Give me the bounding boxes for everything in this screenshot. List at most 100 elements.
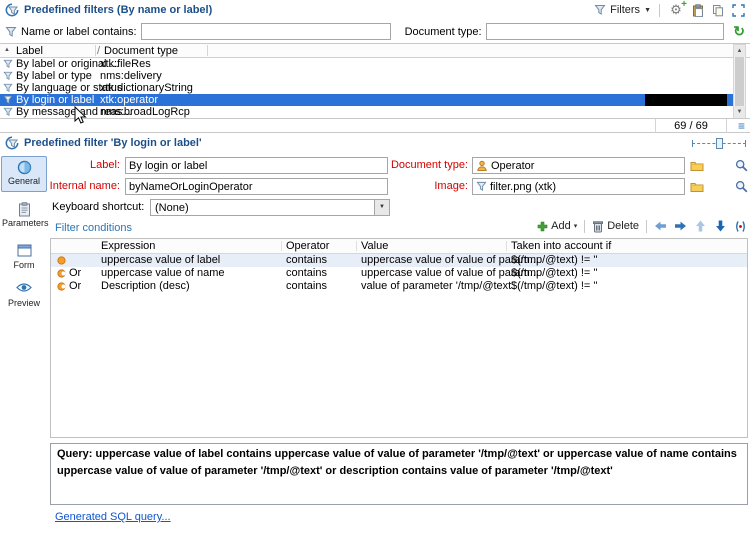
shortcut-caption: Keyboard shortcut: [52, 201, 145, 213]
paste-icon[interactable] [692, 3, 704, 17]
tab-preview-label: Preview [7, 298, 40, 308]
eye-icon [16, 282, 32, 297]
top-header: Predefined filters (By name or label) Fi… [0, 0, 750, 20]
col-value[interactable]: Value [361, 240, 388, 252]
doctype-search-button[interactable] [733, 158, 749, 173]
toolbar-separator [659, 3, 660, 17]
sort-indicator-icon: / [97, 45, 101, 57]
caret-down-icon: ▾ [573, 223, 578, 230]
conditions-toolbar: Add ▾ Delete [537, 218, 747, 234]
generated-sql-link[interactable]: Generated SQL query... [55, 511, 171, 523]
tab-parameters[interactable]: Parameters [1, 198, 49, 234]
doctype-filter-input[interactable] [485, 23, 725, 40]
condition-row[interactable]: Or uppercase value of name contains uppe… [51, 267, 747, 280]
column-divider[interactable] [95, 45, 96, 56]
doctype-caption: Document type: [390, 159, 468, 171]
list-row[interactable]: By language or status xtk:dictionaryStri… [0, 82, 733, 94]
add-config-icon: + [681, 0, 687, 10]
inline-edit-cell[interactable] [645, 94, 727, 106]
filters-button[interactable]: Filters ▼ [594, 4, 651, 16]
list-header[interactable]: ▲ Label / Document type [0, 44, 750, 58]
caret-down-icon: ▼ [644, 6, 651, 14]
move-up-button[interactable] [694, 220, 707, 232]
doctype-field[interactable]: Operator [472, 157, 685, 174]
mouse-cursor-icon [74, 105, 87, 128]
refresh-icon[interactable]: ↻ [733, 23, 745, 40]
slider-end [745, 140, 746, 147]
list-menu-icon[interactable]: ≡ [738, 119, 745, 133]
expand-icon[interactable] [732, 3, 745, 17]
tab-preview[interactable]: Preview [1, 278, 47, 312]
zoom-slider[interactable] [692, 137, 746, 150]
trash-icon [592, 220, 604, 233]
scroll-up-button[interactable]: ▲ [734, 45, 745, 57]
toolbar-separator [584, 219, 586, 233]
internal-name-caption: Internal name: [49, 180, 120, 192]
sort-asc-icon: ▲ [4, 47, 10, 53]
window-icon [16, 244, 32, 259]
doctype-folder-button[interactable] [689, 158, 705, 173]
add-button-label: Add [551, 220, 571, 232]
image-search-button[interactable] [733, 179, 749, 194]
detail-title: Predefined filter 'By login or label' [24, 137, 202, 149]
col-operator[interactable]: Operator [286, 240, 329, 252]
query-summary: Query: uppercase value of label contains… [50, 443, 748, 505]
filter-icon [3, 71, 13, 81]
slider-handle[interactable] [716, 138, 723, 149]
list-row[interactable]: By label or original ... xtk:fileRes [0, 58, 733, 70]
doctype-filter-label: Document type: [404, 25, 482, 38]
move-right-button[interactable] [674, 220, 687, 232]
image-folder-button[interactable] [689, 179, 705, 194]
list-row-selected[interactable]: By login or label xtk:operator [0, 94, 733, 106]
condition-row[interactable]: Or Description (desc) contains value of … [51, 280, 747, 293]
clipboard-icon [16, 202, 32, 217]
list-row[interactable]: By message and reas... nms:broadLogRcp [0, 106, 733, 118]
filter-icon [3, 59, 13, 69]
scroll-down-button[interactable]: ▼ [734, 106, 745, 118]
record-count: 69 / 69 [655, 119, 727, 133]
column-header-label[interactable]: Label [16, 45, 43, 57]
tab-form-label: Form [13, 260, 35, 270]
tab-parameters-label: Parameters [2, 218, 49, 228]
condition-icon [57, 256, 66, 265]
col-expression[interactable]: Expression [101, 240, 155, 252]
plus-icon [537, 221, 548, 232]
name-filter-label: Name or label contains: [21, 25, 137, 38]
filter-icon [594, 4, 606, 16]
column-divider [506, 241, 507, 251]
filter-list-table: ▲ Label / Document type By label or orig… [0, 43, 750, 119]
shortcut-dropdown[interactable]: (None) ▼ [150, 199, 390, 216]
move-left-button[interactable] [654, 220, 667, 232]
list-scrollbar[interactable]: ▲ ▼ [733, 44, 746, 119]
configure-icon[interactable]: ⚙ + [668, 0, 687, 18]
scrollbar-thumb[interactable] [735, 57, 744, 106]
filter-icon [3, 107, 13, 117]
internal-name-field[interactable] [125, 178, 388, 195]
move-down-button[interactable] [714, 220, 727, 232]
column-header-doctype[interactable]: Document type [104, 45, 178, 57]
name-filter-input[interactable] [140, 23, 391, 40]
filter-icon [5, 26, 17, 38]
column-divider[interactable] [207, 45, 208, 56]
copy-icon[interactable] [712, 4, 724, 17]
condition-row[interactable]: uppercase value of label contains upperc… [51, 254, 747, 267]
label-field[interactable] [125, 157, 388, 174]
filter-icon [476, 181, 487, 192]
or-join-icon [57, 269, 66, 278]
search-row: Name or label contains: Document type: ↻ [0, 21, 750, 42]
list-row[interactable]: By label or type nms:delivery [0, 70, 733, 82]
tab-form[interactable]: Form [1, 240, 47, 274]
col-taken[interactable]: Taken into account if [511, 240, 611, 252]
add-button[interactable]: Add ▾ [537, 220, 577, 232]
label-caption: Label: [90, 159, 120, 171]
column-divider [281, 241, 282, 251]
delete-button[interactable]: Delete [592, 220, 639, 233]
group-parentheses-icon[interactable] [734, 220, 747, 233]
filter-icon [3, 95, 13, 105]
or-join-icon [57, 282, 66, 291]
caret-down-icon[interactable]: ▼ [374, 200, 389, 215]
predefined-filter-icon [5, 136, 19, 150]
filters-button-label: Filters [610, 4, 641, 16]
conditions-header[interactable]: Expression Operator Value Taken into acc… [51, 239, 747, 254]
image-field[interactable]: filter.png (xtk) [472, 178, 685, 195]
